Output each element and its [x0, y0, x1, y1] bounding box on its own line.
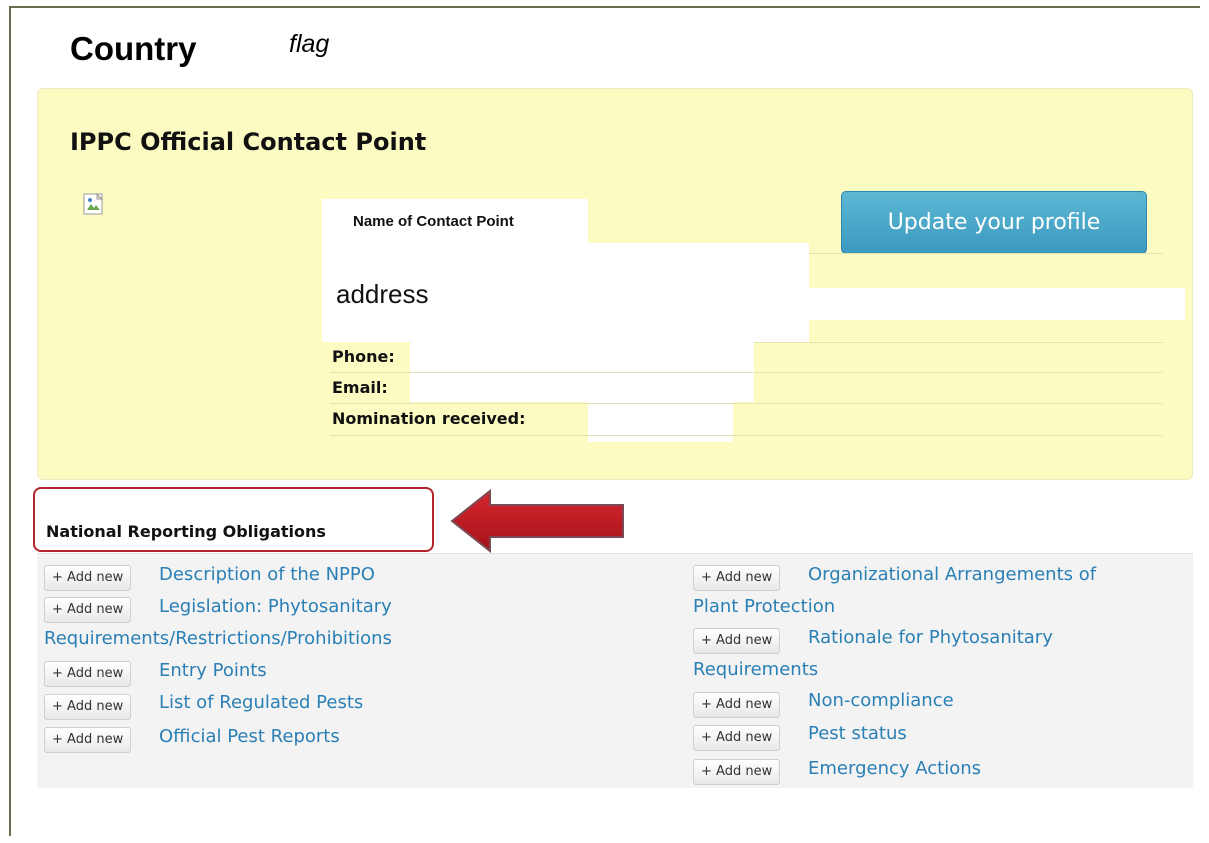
nomination-label: Nomination received: [332, 409, 526, 428]
obligation-link[interactable]: Organizational Arrangements of [808, 564, 1096, 585]
contact-point-title: IPPC Official Contact Point [70, 128, 427, 156]
obligation-link[interactable]: Entry Points [159, 660, 267, 681]
obligation-link[interactable]: Emergency Actions [808, 758, 981, 779]
email-label: Email: [332, 378, 388, 397]
address-extension [808, 288, 1185, 320]
add-new-button[interactable]: + Add new [693, 628, 781, 654]
obligations-highlight-box [33, 487, 434, 552]
row-divider [330, 403, 1163, 404]
nomination-redaction [588, 402, 733, 442]
phone-label: Phone: [332, 347, 395, 366]
obligation-link-continued[interactable]: Requirements [693, 659, 818, 680]
obligation-link[interactable]: Official Pest Reports [159, 726, 340, 747]
add-new-button[interactable]: + Add new [44, 661, 132, 687]
contact-name-label: Name of Contact Point [353, 213, 514, 230]
add-new-button[interactable]: + Add new [44, 565, 132, 591]
country-flag: flag [289, 30, 330, 58]
add-new-button[interactable]: + Add new [693, 759, 781, 785]
country-name: Country [70, 30, 197, 67]
update-profile-button[interactable]: Update your profile [841, 191, 1147, 254]
add-new-button[interactable]: + Add new [693, 692, 781, 718]
add-new-button[interactable]: + Add new [44, 727, 132, 753]
row-divider [330, 435, 1163, 436]
obligation-link-continued[interactable]: Requirements/Restrictions/Prohibitions [44, 628, 392, 649]
obligation-link[interactable]: Rationale for Phytosanitary [808, 627, 1053, 648]
row-divider [754, 342, 1163, 343]
pointer-arrow-icon [450, 488, 624, 554]
obligation-link[interactable]: Pest status [808, 723, 907, 744]
obligation-link[interactable]: Description of the NPPO [159, 564, 375, 585]
add-new-button[interactable]: + Add new [44, 694, 132, 720]
add-new-button[interactable]: + Add new [693, 565, 781, 591]
obligation-link-continued[interactable]: Plant Protection [693, 596, 835, 617]
obligation-link[interactable]: List of Regulated Pests [159, 692, 363, 713]
row-divider [809, 253, 1163, 254]
obligations-title: National Reporting Obligations [46, 522, 326, 541]
broken-image-icon [83, 193, 104, 215]
add-new-button[interactable]: + Add new [693, 725, 781, 751]
obligation-link[interactable]: Non-compliance [808, 690, 954, 711]
add-new-button[interactable]: + Add new [44, 597, 132, 623]
obligation-link[interactable]: Legislation: Phytosanitary [159, 596, 392, 617]
address-label: address [336, 279, 429, 309]
row-divider [330, 372, 1163, 373]
